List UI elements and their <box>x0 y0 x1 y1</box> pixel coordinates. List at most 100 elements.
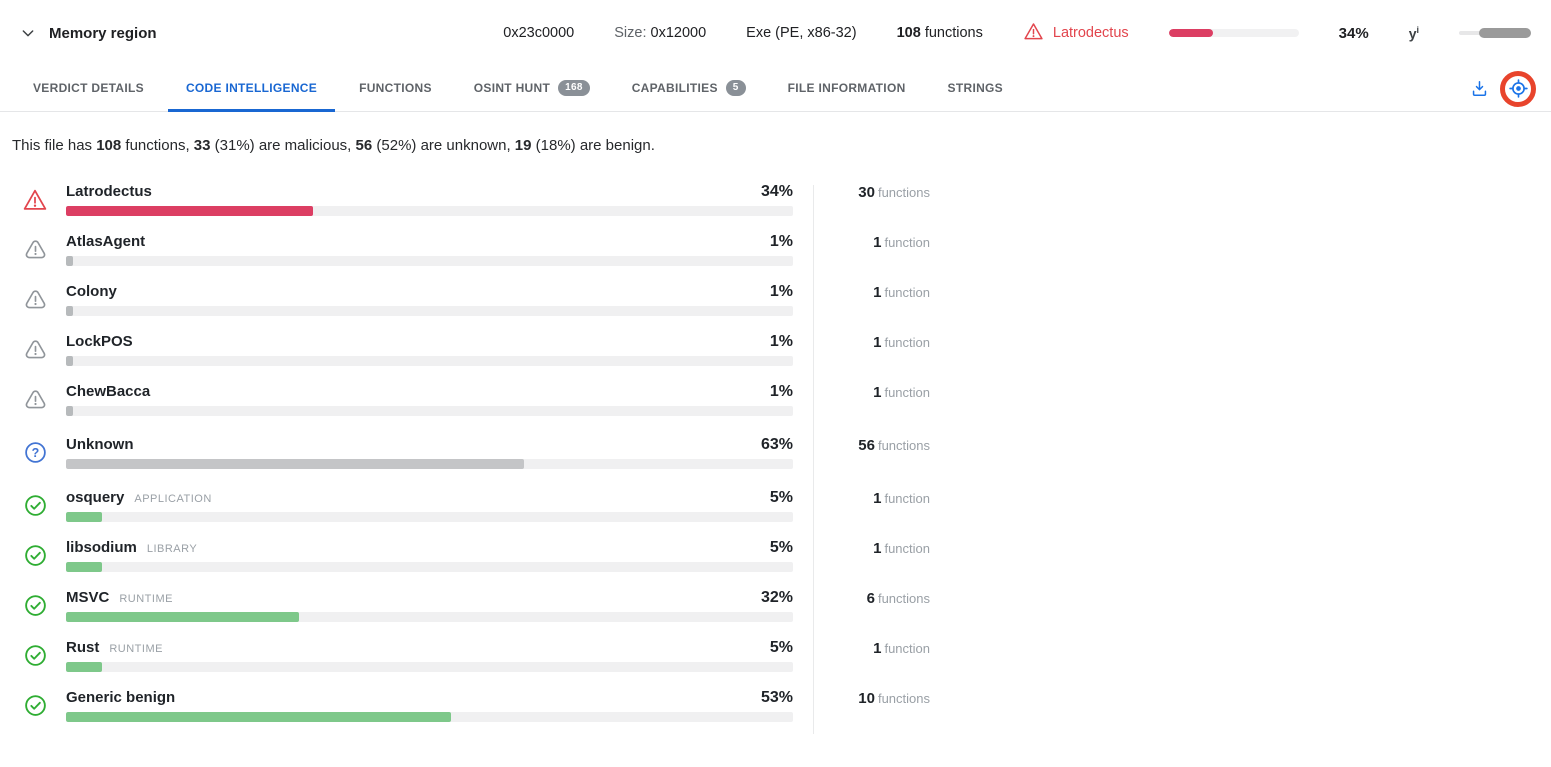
tab-file-information[interactable]: FILE INFORMATION <box>770 66 924 112</box>
list-item-atlasagent[interactable]: AtlasAgent 1% 1 function <box>0 233 1551 266</box>
y-axis-label: yi <box>1408 24 1419 42</box>
row-head: AtlasAgent 1% <box>66 233 793 251</box>
question-icon: ? <box>22 436 48 469</box>
summary-number: 19 <box>514 137 532 154</box>
tabs-container: VERDICT DETAILS CODE INTELLIGENCE FUNCTION… <box>15 66 1027 112</box>
list-item-latrodectus[interactable]: Latrodectus 34% 30 functions <box>0 183 1551 216</box>
tab-functions[interactable]: FUNCTIONS <box>341 66 450 112</box>
size-field: Size: 0x12000 <box>614 25 706 41</box>
function-count-number: 30 <box>858 184 875 201</box>
summary-fragment: (52%) are unknown, <box>372 137 515 154</box>
chevron-down-icon[interactable] <box>20 25 36 41</box>
list-item-rust[interactable]: Rust RUNTIME 5% 1 function <box>0 639 1551 672</box>
classification-name: ChewBacca <box>66 383 151 400</box>
match-bar <box>66 512 793 522</box>
match-percent: 1% <box>769 283 793 300</box>
match-bar <box>66 306 793 316</box>
function-count-unit: function <box>884 541 930 556</box>
alert-icon <box>22 233 48 266</box>
match-bar-fill <box>66 512 103 522</box>
file-type: Exe (PE, x86-32) <box>746 25 857 41</box>
zoom-slider[interactable] <box>1459 27 1531 39</box>
function-count-number: 1 <box>873 284 882 301</box>
classification-name: MSVC <box>66 589 110 606</box>
function-count-unit: function <box>884 385 930 400</box>
summary-number: 33 <box>193 137 211 154</box>
list-item-msvc[interactable]: MSVC RUNTIME 32% 6 functions <box>0 589 1551 622</box>
match-percent: 1% <box>769 333 793 350</box>
row-head: osquery APPLICATION 5% <box>66 489 793 507</box>
summary-fragment: functions, <box>121 137 194 154</box>
match-bar <box>66 459 793 469</box>
tab-code-intelligence[interactable]: CODE INTELLIGENCE <box>167 66 336 112</box>
list-item-osquery[interactable]: osquery APPLICATION 5% 1 function <box>0 489 1551 522</box>
list-item-unknown[interactable]: ? Unknown 63% 56 functions <box>0 436 1551 469</box>
list-item-lockpos[interactable]: LockPOS 1% 1 function <box>0 333 1551 366</box>
function-count-number: 1 <box>873 384 882 401</box>
tab-badge: 5 <box>725 79 746 96</box>
threat-progress-bar <box>1168 29 1299 37</box>
list-item-libsodium[interactable]: libsodium LIBRARY 5% 1 function <box>0 539 1551 572</box>
match-bar-fill <box>66 662 103 672</box>
function-count-number: 1 <box>873 640 882 657</box>
function-count-unit: function <box>884 235 930 250</box>
warning-icon <box>22 183 48 216</box>
row-head: Unknown 63% <box>66 436 793 454</box>
function-count-unit: functions <box>877 591 930 606</box>
list-item-generic-benign[interactable]: Generic benign 53% 10 functions <box>0 689 1551 722</box>
summary-fragment: This file has <box>12 137 97 154</box>
function-count: 30 functions <box>813 183 930 216</box>
row-head: ChewBacca 1% <box>66 383 793 401</box>
download-icon[interactable] <box>1470 79 1489 98</box>
match-bar-fill <box>66 206 314 216</box>
row-head: Latrodectus 34% <box>66 183 793 201</box>
threat-percent: 34% <box>1338 24 1369 42</box>
function-count-unit: function <box>884 335 930 350</box>
alert-icon <box>22 333 48 366</box>
match-bar <box>66 406 793 416</box>
match-bar <box>66 356 793 366</box>
functions-count-label: functions <box>924 25 983 41</box>
tab-capabilities[interactable]: CAPABILITIES 5 <box>614 66 764 112</box>
list-item-colony[interactable]: Colony 1% 1 function <box>0 283 1551 316</box>
function-count-number: 1 <box>873 334 882 351</box>
summary-text: This file has 108 functions, 33 (31%) ar… <box>12 137 1551 155</box>
tab-label: STRINGS <box>947 80 1003 95</box>
list-item-chewbacca[interactable]: ChewBacca 1% 1 function <box>0 383 1551 416</box>
row-main: LockPOS 1% <box>66 333 793 366</box>
memory-address: 0x23c0000 <box>503 25 575 41</box>
match-percent: 34% <box>760 183 793 200</box>
function-count: 1 function <box>813 283 930 316</box>
tab-osint-hunt[interactable]: OSINT HUNT 168 <box>456 66 608 112</box>
function-count-unit: function <box>884 285 930 300</box>
match-percent: 5% <box>769 639 793 656</box>
classification-name: Unknown <box>66 436 134 453</box>
match-bar <box>66 206 793 216</box>
tab-label: FILE INFORMATION <box>787 80 906 95</box>
alert-icon <box>22 283 48 316</box>
row-main: libsodium LIBRARY 5% <box>66 539 793 572</box>
tab-label: OSINT HUNT <box>473 80 551 95</box>
function-count: 1 function <box>813 539 930 572</box>
check-icon <box>22 489 48 522</box>
tab-strings[interactable]: STRINGS <box>930 66 1021 112</box>
page-title: Memory region <box>49 24 157 42</box>
locate-target-icon[interactable] <box>1500 70 1536 107</box>
tab-label: VERDICT DETAILS <box>33 80 144 95</box>
threat-progress-fill <box>1168 29 1213 37</box>
summary-fragment: (18%) are benign. <box>531 137 655 154</box>
match-bar-fill <box>66 406 74 416</box>
classification-name: LockPOS <box>66 333 133 350</box>
summary-number: 108 <box>96 137 122 154</box>
classification-tag: RUNTIME <box>119 593 173 605</box>
function-count: 6 functions <box>813 589 930 622</box>
summary-fragment: (31%) are malicious, <box>210 137 356 154</box>
svg-text:?: ? <box>31 446 39 460</box>
match-bar-fill <box>66 256 74 266</box>
row-head: Colony 1% <box>66 283 793 301</box>
row-head: MSVC RUNTIME 32% <box>66 589 793 607</box>
function-count-number: 6 <box>866 590 875 607</box>
slider-thumb[interactable] <box>1479 28 1531 38</box>
tab-verdict-details[interactable]: VERDICT DETAILS <box>15 66 162 112</box>
function-count: 56 functions <box>813 436 930 469</box>
